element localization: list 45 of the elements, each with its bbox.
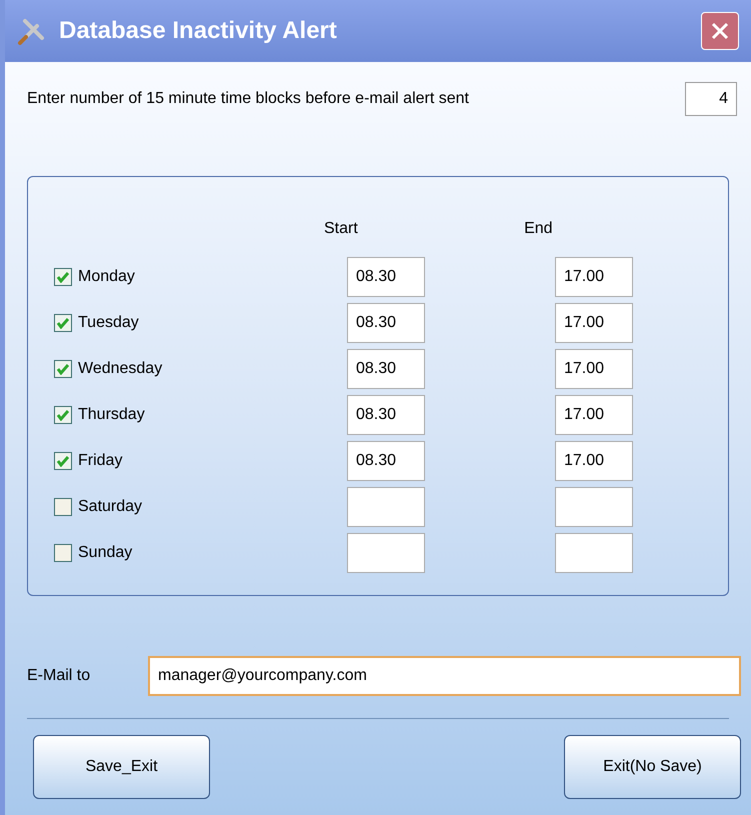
- check-icon: [56, 455, 70, 467]
- day-label: Tuesday: [78, 313, 139, 333]
- start-time-field[interactable]: [347, 487, 425, 527]
- day-checkbox[interactable]: [54, 360, 72, 378]
- save-exit-button[interactable]: Save_Exit: [33, 735, 210, 799]
- end-time-field[interactable]: 17.00: [555, 395, 633, 435]
- prompt-label: Enter number of 15 minute time blocks before e-mail alert sent: [27, 89, 469, 109]
- day-label: Saturday: [78, 497, 142, 517]
- check-icon: [56, 317, 70, 329]
- column-header: End: [523, 219, 554, 239]
- day-checkbox[interactable]: [54, 452, 72, 470]
- start-time-field[interactable]: 08.30: [347, 395, 425, 435]
- email-label: E-Mail to: [27, 666, 92, 686]
- day-label: Sunday: [78, 543, 132, 563]
- end-time-field[interactable]: 17.00: [555, 257, 633, 297]
- close-icon: [710, 21, 730, 41]
- tools-icon: [17, 16, 47, 46]
- end-time-field[interactable]: 17.00: [555, 349, 633, 389]
- day-label: Wednesday: [78, 359, 162, 379]
- end-time-field[interactable]: [555, 487, 633, 527]
- exit-button[interactable]: Exit(No Save): [564, 735, 741, 799]
- end-time-field[interactable]: 17.00: [555, 303, 633, 343]
- day-label: Monday: [78, 267, 135, 287]
- day-label: Friday: [78, 451, 122, 471]
- email-field[interactable]: manager@yourcompany.com: [148, 656, 741, 696]
- close-button[interactable]: [701, 12, 739, 50]
- start-time-field[interactable]: 08.30: [347, 257, 425, 297]
- time-blocks-field[interactable]: 4: [685, 82, 737, 116]
- check-icon: [56, 409, 70, 421]
- end-time-field[interactable]: 17.00: [555, 441, 633, 481]
- start-time-field[interactable]: 08.30: [347, 349, 425, 389]
- day-checkbox[interactable]: [54, 498, 72, 516]
- end-time-field[interactable]: [555, 533, 633, 573]
- check-icon: [56, 271, 70, 283]
- day-label: Thursday: [78, 405, 145, 425]
- day-checkbox[interactable]: [54, 314, 72, 332]
- day-checkbox[interactable]: [54, 544, 72, 562]
- window-title: Database Inactivity Alert: [59, 16, 337, 46]
- column-header: Start: [322, 219, 359, 239]
- day-checkbox[interactable]: [54, 268, 72, 286]
- start-time-field[interactable]: 08.30: [347, 303, 425, 343]
- day-checkbox[interactable]: [54, 406, 72, 424]
- start-time-field[interactable]: 08.30: [347, 441, 425, 481]
- check-icon: [56, 363, 70, 375]
- start-time-field[interactable]: [347, 533, 425, 573]
